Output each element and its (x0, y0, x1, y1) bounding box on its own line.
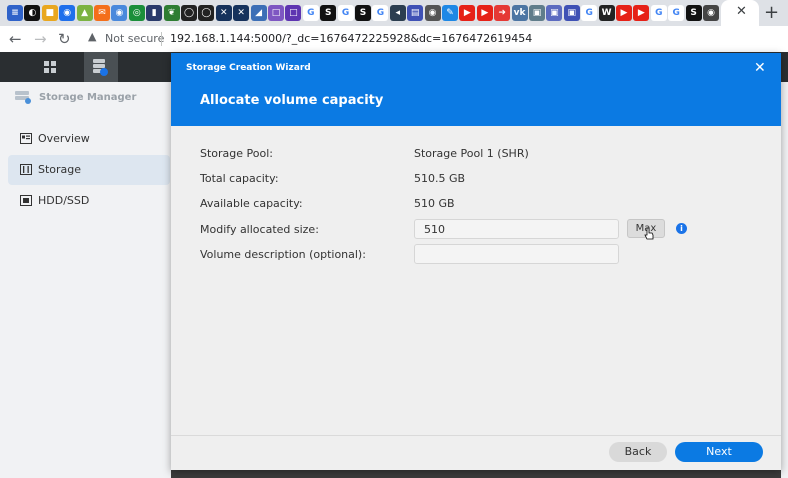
hdd-icon (20, 195, 32, 206)
square-icon[interactable]: ▣ (563, 5, 580, 21)
sidebar-item-storage[interactable]: Storage (8, 155, 170, 185)
close-icon[interactable]: ✕ (754, 60, 766, 76)
total-capacity-value: 510.5 GB (414, 172, 466, 185)
hand-cursor-icon (644, 227, 654, 240)
storage-creation-wizard-dialog: Storage Creation Wizard Allocate volume … (171, 53, 781, 470)
image-icon[interactable]: ▲ (76, 5, 93, 21)
allocated-size-input[interactable]: 510 (414, 219, 619, 239)
storage-manager-taskbar-button[interactable] (84, 52, 118, 82)
url-text[interactable]: 192.168.1.144:5000/?_dc=1676472225928&dc… (170, 32, 532, 45)
google-icon[interactable]: G (581, 5, 598, 21)
vk-icon[interactable]: vk (511, 5, 528, 21)
available-capacity-label: Available capacity: (200, 197, 303, 210)
forward-arrow-icon[interactable]: → (34, 30, 47, 48)
github-icon[interactable]: ◯ (198, 5, 215, 21)
doc-icon[interactable]: ▤ (407, 5, 424, 21)
square-icon[interactable]: ▣ (546, 5, 563, 21)
storage-icon (20, 164, 32, 175)
available-capacity-value: 510 GB (414, 197, 455, 210)
not-secure-label[interactable]: Not secure (105, 32, 164, 45)
bars-icon[interactable]: ≡ (7, 5, 23, 21)
google-icon[interactable]: G (650, 5, 667, 21)
total-capacity-label: Total capacity: (200, 172, 279, 185)
arrow-icon[interactable]: ➜ (494, 5, 511, 21)
sidebar-item-hdd-ssd[interactable]: HDD/SSD (8, 186, 170, 216)
youtube-icon[interactable]: ▶ (633, 5, 650, 21)
browser-tab-strip: ≡ ◐ ■ ◉ ▲ ✉ ◉ ◎ ▮ ❦ ◯ ◯ ✕ ✕ ◢ □ □ G S G S G ◂ ▤ ◉ ✎ ▶ ▶ ➜ vk ▣ ▣ ▣ G W ▶ ▶ G G… (0, 0, 788, 26)
volume-description-input[interactable] (414, 244, 619, 264)
s-icon[interactable]: S (320, 5, 337, 21)
youtube-icon[interactable]: ▶ (459, 5, 476, 21)
google-icon[interactable]: G (372, 5, 389, 21)
grid-icon (44, 61, 56, 73)
browser-toolbar: ← → ↻ ▲ Not secure 192.168.1.144:5000/?_… (0, 26, 788, 52)
storage-pool-label: Storage Pool: (200, 147, 273, 160)
spiral-icon[interactable]: ◎ (128, 5, 145, 21)
wp-icon[interactable]: W (598, 5, 615, 21)
sidebar-item-label: Storage (38, 163, 82, 176)
storage-pool-value: Storage Pool 1 (SHR) (414, 147, 529, 160)
image-icon[interactable]: ▣ (529, 5, 545, 21)
storage-manager-icon (15, 91, 31, 104)
step-title: Allocate volume capacity (200, 93, 384, 108)
overview-icon (20, 133, 32, 144)
s-icon[interactable]: S (685, 5, 702, 21)
globe-icon[interactable]: ◉ (111, 5, 128, 21)
app-title: Storage Manager (39, 92, 137, 103)
youtube-icon[interactable]: ▶ (616, 5, 632, 21)
dialog-header: Storage Creation Wizard Allocate volume … (171, 53, 781, 126)
pen-icon[interactable]: ✎ (442, 5, 458, 21)
square-icon[interactable]: ■ (41, 5, 58, 21)
google-icon[interactable]: G (337, 5, 354, 21)
mail-icon[interactable]: ✉ (94, 5, 110, 21)
back-button[interactable]: Back (609, 442, 667, 462)
storage-app-icon (93, 59, 108, 76)
github-icon[interactable]: ◯ (181, 5, 197, 21)
back-arrow-icon[interactable]: ← (9, 30, 22, 48)
close-tab-icon[interactable]: ✕ (736, 4, 747, 19)
globe-icon[interactable]: ◉ (703, 5, 719, 21)
background-window-edge (781, 82, 788, 478)
wizard-title: Storage Creation Wizard (186, 63, 311, 73)
warning-triangle-icon[interactable]: ▲ (88, 30, 96, 43)
back-icon[interactable]: ◂ (389, 5, 406, 21)
volume-description-label: Volume description (optional): (200, 248, 366, 261)
moon-icon[interactable]: ◐ (24, 5, 41, 21)
x-icon[interactable]: ✕ (215, 5, 232, 21)
youtube-icon[interactable]: ▶ (476, 5, 493, 21)
new-tab-icon[interactable]: + (764, 2, 779, 23)
address-divider (161, 32, 162, 46)
leaf-icon[interactable]: ❦ (163, 5, 180, 21)
footer-divider (171, 435, 781, 436)
x-icon[interactable]: ✕ (233, 5, 250, 21)
sidebar-item-label: Overview (38, 132, 90, 145)
globe-icon[interactable]: ◉ (424, 5, 441, 21)
square-icon[interactable]: □ (268, 5, 284, 21)
sidebar-item-overview[interactable]: Overview (8, 124, 170, 154)
allocated-size-label: Modify allocated size: (200, 223, 319, 236)
next-button[interactable]: Next (675, 442, 763, 462)
google-icon[interactable]: G (302, 5, 319, 21)
google-icon[interactable]: G (668, 5, 685, 21)
info-icon[interactable]: i (676, 223, 687, 234)
square-icon[interactable]: □ (285, 5, 302, 21)
diagonal-icon[interactable]: ◢ (250, 5, 267, 21)
s-icon[interactable]: S (355, 5, 371, 21)
main-menu-button[interactable] (33, 52, 67, 82)
sidebar-item-label: HDD/SSD (38, 194, 90, 207)
globe-icon[interactable]: ◉ (59, 5, 76, 21)
tag-icon[interactable]: ▮ (146, 5, 163, 21)
reload-icon[interactable]: ↻ (58, 30, 71, 48)
